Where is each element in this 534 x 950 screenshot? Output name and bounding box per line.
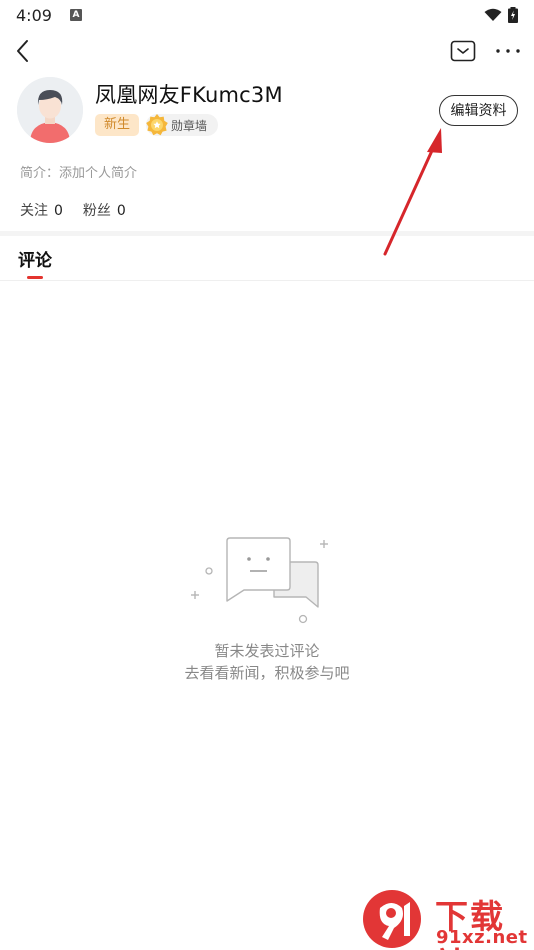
- chevron-left-icon[interactable]: [12, 38, 34, 64]
- empty-comments-illustration: [191, 537, 328, 624]
- followers-label: 粉丝: [82, 203, 111, 219]
- empty-state-title: 暂未发表过评论: [214, 642, 320, 660]
- username: 凤凰网友FKumc3M: [95, 83, 283, 107]
- status-icons: [484, 7, 518, 23]
- empty-state-subtitle: 去看看新闻，积极参与吧: [184, 664, 350, 682]
- battery-charging-icon: [508, 7, 518, 23]
- following-stat[interactable]: 关注 0: [20, 200, 63, 220]
- follow-stats: 关注 0 粉丝 0: [20, 200, 126, 220]
- top-nav-bar: [0, 34, 534, 68]
- message-box-icon[interactable]: [450, 40, 476, 62]
- section-divider: [0, 231, 534, 236]
- more-dots-icon[interactable]: [494, 38, 522, 64]
- followers-count: 0: [116, 203, 126, 219]
- following-count: 0: [54, 203, 63, 219]
- default-avatar-icon: [17, 77, 83, 143]
- level-badge: 新生: [95, 114, 140, 136]
- a-letter-icon: A: [69, 9, 82, 21]
- bio-text[interactable]: 简介：添加个人简介: [20, 162, 137, 181]
- watermark-brand-bottom: 91xz.net: [436, 927, 528, 948]
- annotation-arrow: [383, 128, 442, 256]
- status-bar: 4:09 A: [0, 0, 534, 30]
- tab-comments[interactable]: 评论: [18, 246, 52, 271]
- medal-wall-label: 勋章墙: [171, 118, 208, 133]
- edit-profile-button[interactable]: 编辑资料: [439, 95, 518, 126]
- profile-screen: 4:09 A 凤凰网友FKumc3M 新生 勋章墙 编辑资料 简介：添加个人简介…: [0, 0, 534, 950]
- wifi-icon: [484, 8, 502, 21]
- following-label: 关注: [20, 203, 48, 219]
- medal-wall-button[interactable]: 勋章墙: [146, 114, 218, 136]
- avatar[interactable]: [17, 77, 83, 143]
- medal-icon: [146, 114, 168, 136]
- followers-stat[interactable]: 粉丝 0: [83, 200, 126, 220]
- tab-active-indicator: [27, 276, 43, 279]
- status-time: 4:09: [16, 5, 52, 25]
- tab-divider: [0, 280, 534, 281]
